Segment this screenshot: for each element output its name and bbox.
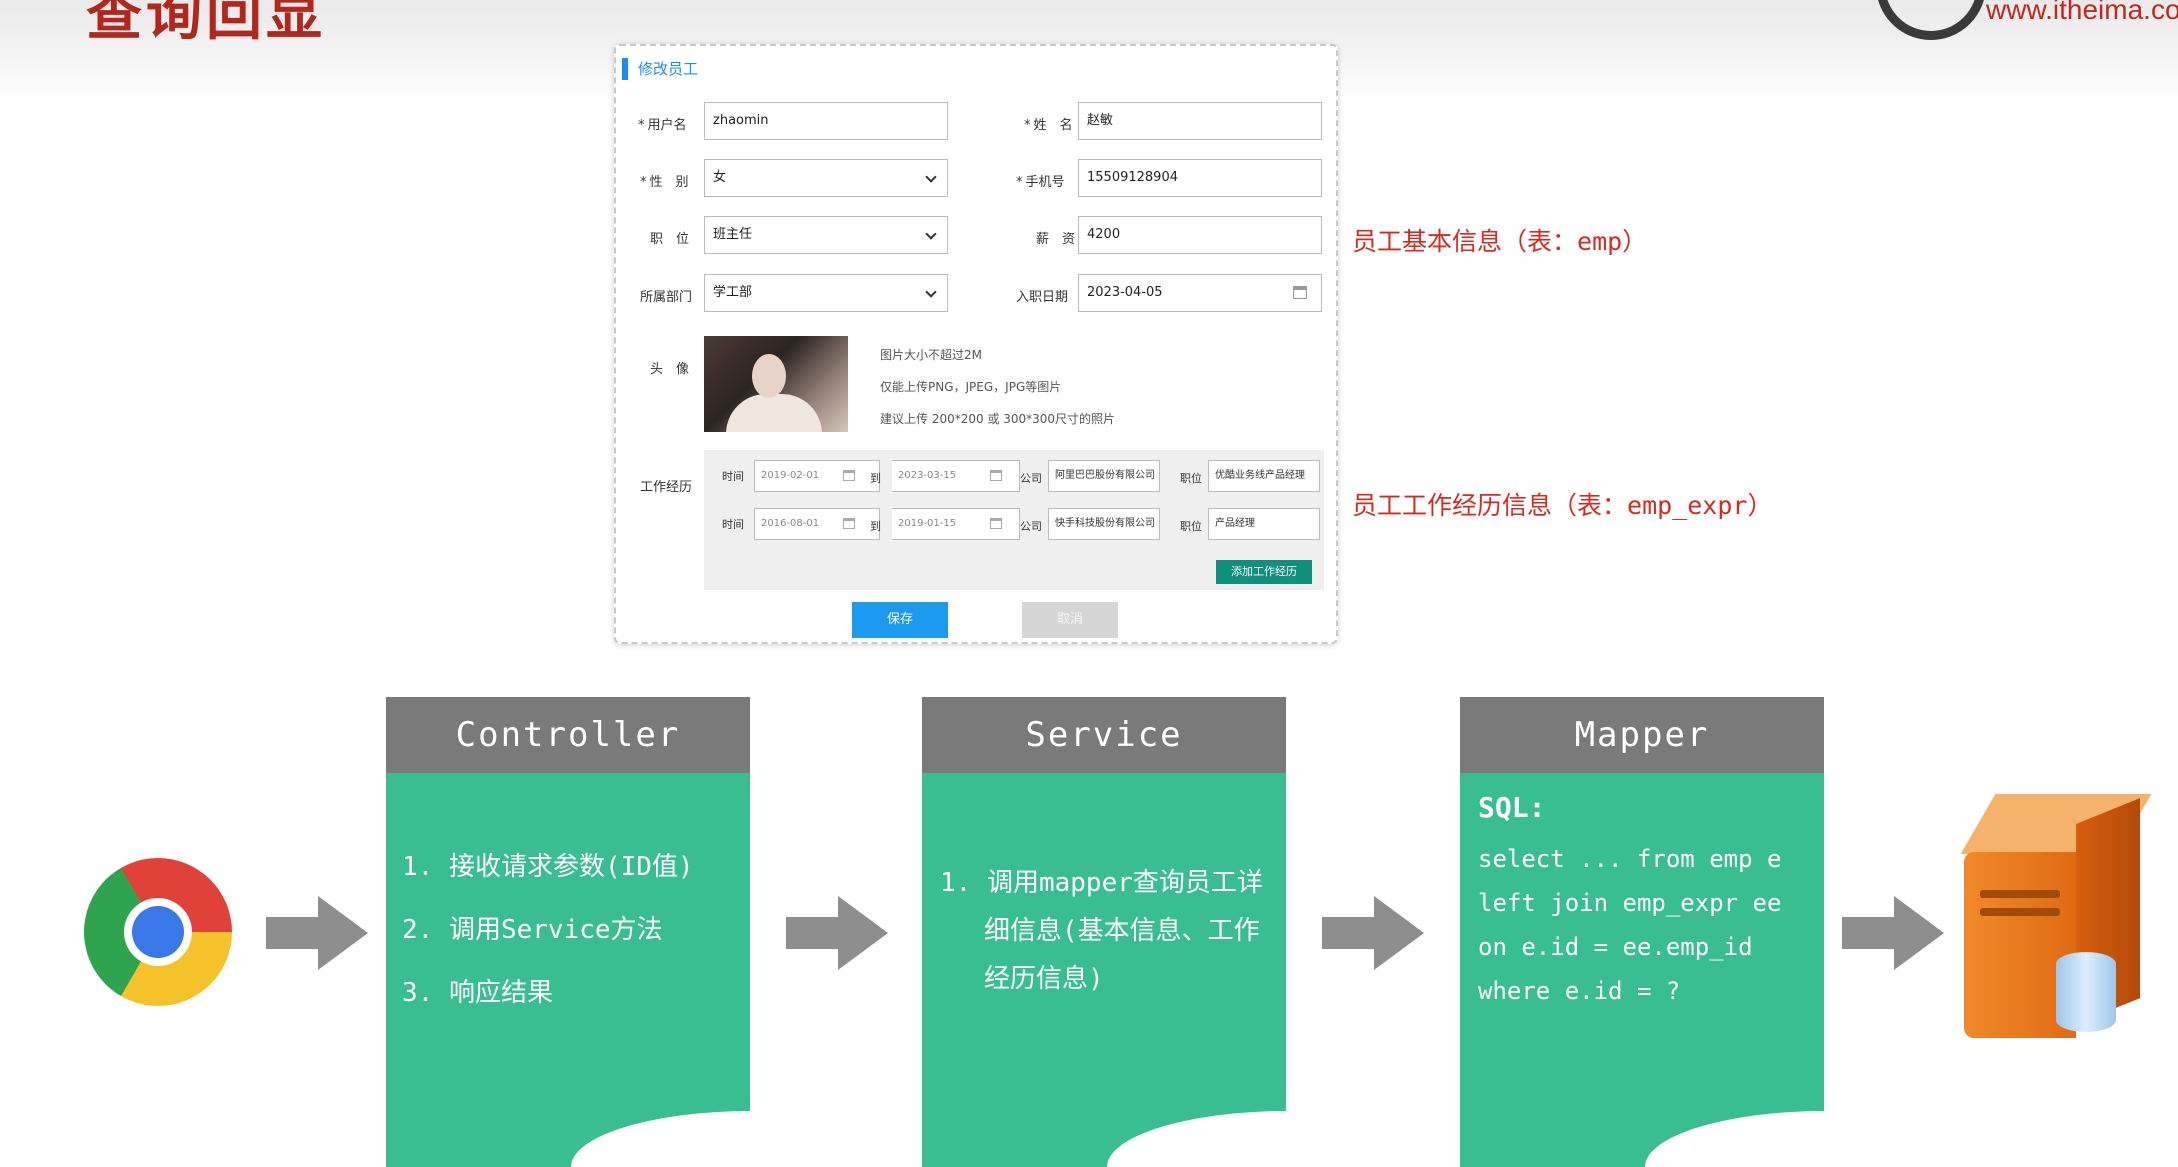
exp-info-prefix: 员工工作经历信息（表：: [1352, 491, 1628, 520]
calendar-icon: [990, 518, 1002, 529]
controller-layer: Controller 1. 接收请求参数(ID值) 2. 调用Service方法…: [386, 697, 751, 1167]
service-title: Service: [922, 697, 1286, 773]
exp-start-date-value: 2016-08-01: [761, 518, 820, 529]
exp-info-table: emp_expr: [1627, 491, 1748, 520]
username-input[interactable]: zhaomin: [704, 102, 948, 140]
chrome-icon-core: [132, 906, 184, 958]
avatar-image[interactable]: [704, 336, 848, 432]
exp-position-input[interactable]: 优酷业务线产品经理: [1208, 460, 1320, 492]
username-label: 用户名: [638, 114, 687, 133]
arrow-right-icon: [1842, 896, 1944, 970]
exp-position-label: 职位: [1180, 472, 1202, 485]
arrow-right-icon: [786, 896, 888, 970]
dialog-title: 修改员工: [622, 58, 698, 80]
service-step-1-line-3: 经历信息): [984, 964, 1104, 994]
mapper-title: Mapper: [1460, 697, 1824, 773]
avatar-figure-face: [752, 354, 786, 398]
exp-end-date-value: 2019-01-15: [898, 518, 957, 529]
dept-label: 所属部门: [640, 290, 693, 305]
controller-step-2: 2. 调用Service方法: [402, 915, 663, 945]
calendar-icon: [1293, 286, 1307, 299]
server-icon: [1960, 794, 2152, 1038]
basic-info-suffix: ）: [1622, 227, 1648, 256]
entry-date-label: 入职日期: [1016, 290, 1069, 305]
name-label: 姓 名: [1024, 114, 1073, 133]
controller-step-3: 3. 响应结果: [402, 978, 553, 1008]
exp-start-date-input[interactable]: 2016-08-01: [754, 508, 880, 540]
sql-label: SQL:: [1478, 791, 1546, 824]
slide-title: 查询回显: [86, 0, 326, 48]
exp-start-date-value: 2019-02-01: [761, 470, 820, 481]
arrow-right-icon: [1322, 896, 1424, 970]
calendar-icon: [990, 470, 1002, 481]
save-button[interactable]: 保存: [852, 602, 948, 638]
exp-position-input[interactable]: 产品经理: [1208, 508, 1320, 540]
work-exp-label: 工作经历: [640, 480, 693, 495]
calendar-icon: [843, 518, 855, 529]
salary-label: 薪 资: [1036, 232, 1076, 247]
exp-time-label: 时间: [722, 470, 744, 483]
phone-label: 手机号: [1016, 171, 1065, 190]
site-url: www.itheima.com: [1986, 0, 2178, 25]
avatar-figure-body: [726, 394, 822, 432]
basic-info-table: emp: [1577, 227, 1623, 256]
page-curl-decoration: [571, 1111, 751, 1167]
sql-line-4: where e.id = ?: [1478, 977, 1681, 1005]
page-curl-decoration: [1107, 1111, 1287, 1167]
phone-input[interactable]: 15509128904: [1078, 159, 1322, 197]
exp-company-input[interactable]: 快手科技股份有限公司: [1048, 508, 1160, 540]
service-layer: Service 1. 调用mapper查询员工详 细信息(基本信息、工作 经历信…: [922, 697, 1287, 1167]
controller-body: 1. 接收请求参数(ID值) 2. 调用Service方法 3. 响应结果: [386, 773, 751, 1167]
gender-label: 性 别: [640, 171, 689, 190]
edit-employee-dialog: 修改员工 用户名 zhaomin 姓 名 赵敏 性 别 女 手机号 155091…: [614, 44, 1338, 644]
name-input[interactable]: 赵敏: [1078, 102, 1322, 140]
controller-title: Controller: [386, 697, 750, 773]
exp-time-label: 时间: [722, 518, 744, 531]
basic-info-annotation: 员工基本信息（表：emp）: [1352, 222, 1647, 258]
avatar-hint-dimensions: 建议上传 200*200 或 300*300尺寸的照片: [880, 412, 1116, 426]
exp-company-label: 公司: [1020, 520, 1042, 533]
job-label: 职 位: [650, 232, 690, 247]
entry-date-picker[interactable]: 2023-04-05: [1078, 274, 1322, 312]
exp-company-input[interactable]: 阿里巴巴股份有限公司: [1048, 460, 1160, 492]
arrow-right-icon: [266, 896, 368, 970]
chrome-icon: [84, 858, 232, 1006]
service-step-1-line-1: 1. 调用mapper查询员工详: [940, 868, 1263, 898]
exp-end-date-input[interactable]: 2019-01-15: [892, 508, 1020, 540]
service-body: 1. 调用mapper查询员工详 细信息(基本信息、工作 经历信息): [922, 773, 1287, 1167]
mapper-layer: Mapper SQL: select ... from emp e left j…: [1460, 697, 1825, 1167]
exp-start-date-input[interactable]: 2019-02-01: [754, 460, 880, 492]
sql-line-1: select ... from emp e: [1478, 845, 1782, 873]
avatar-hint-size: 图片大小不超过2M: [880, 348, 982, 362]
mapper-body: SQL: select ... from emp e left join emp…: [1460, 773, 1825, 1167]
exp-info-suffix: ）: [1747, 491, 1773, 520]
exp-info-annotation: 员工工作经历信息（表：emp_expr）: [1352, 486, 1772, 522]
exp-position-label: 职位: [1180, 520, 1202, 533]
sql-line-3: on e.id = ee.emp_id: [1478, 933, 1753, 961]
add-work-exp-button[interactable]: 添加工作经历: [1216, 560, 1312, 584]
page-curl-decoration: [1645, 1111, 1825, 1167]
database-icon: [2056, 952, 2116, 1032]
dept-select[interactable]: 学工部: [704, 274, 948, 312]
gender-select[interactable]: 女: [704, 159, 948, 197]
avatar-hint-format: 仅能上传PNG，JPEG，JPG等图片: [880, 380, 1062, 394]
exp-end-date-input[interactable]: 2023-03-15: [892, 460, 1020, 492]
entry-date-value: 2023-04-05: [1087, 285, 1163, 300]
exp-company-label: 公司: [1020, 472, 1042, 485]
basic-info-prefix: 员工基本信息（表：: [1352, 227, 1578, 256]
exp-to-label: 到: [870, 472, 881, 485]
exp-end-date-value: 2023-03-15: [898, 470, 957, 481]
controller-step-1: 1. 接收请求参数(ID值): [402, 852, 694, 882]
avatar-label: 头 像: [650, 362, 690, 377]
cancel-button[interactable]: 取消: [1022, 602, 1118, 638]
salary-input[interactable]: 4200: [1078, 216, 1322, 254]
sql-line-2: left join emp_expr ee: [1478, 889, 1782, 917]
calendar-icon: [843, 470, 855, 481]
job-select[interactable]: 班主任: [704, 216, 948, 254]
service-step-1-line-2: 细信息(基本信息、工作: [984, 916, 1260, 946]
server-icon-slot: [1980, 890, 2060, 898]
server-icon-slot: [1980, 908, 2060, 916]
exp-to-label: 到: [870, 520, 881, 533]
